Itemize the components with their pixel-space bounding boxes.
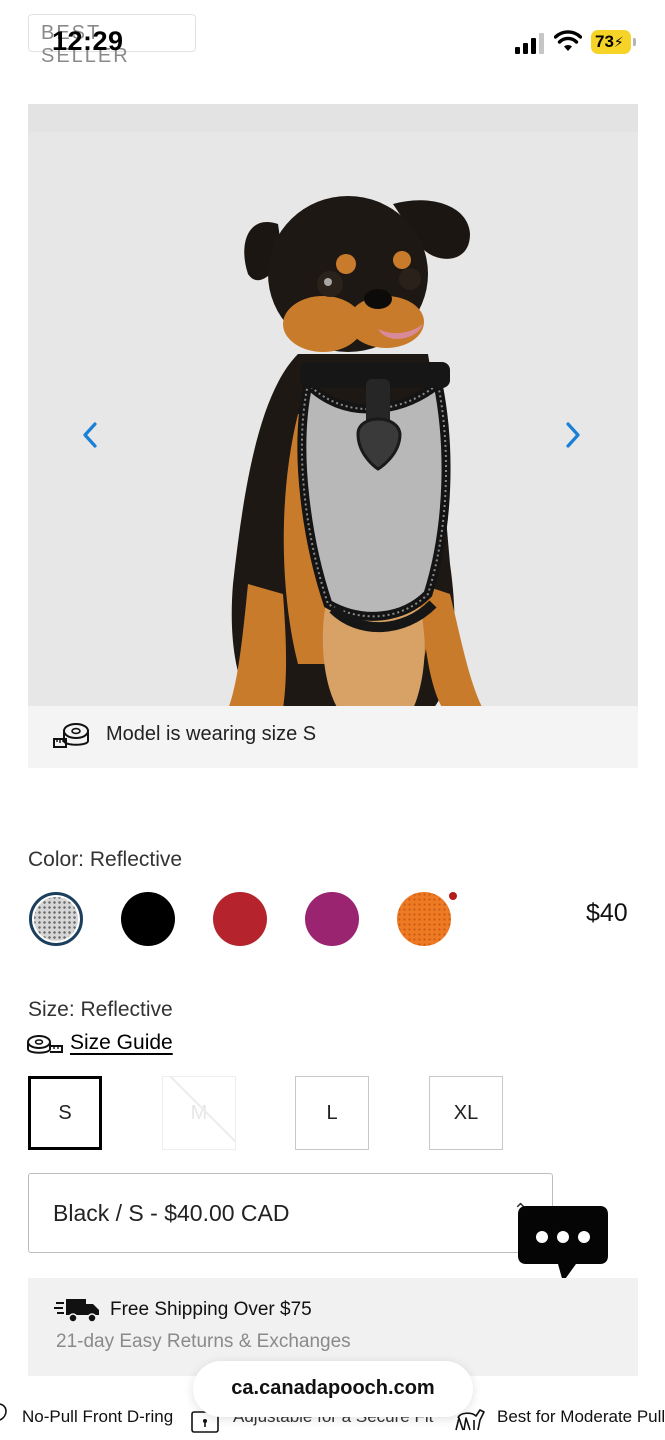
size-option-xl[interactable]: XL xyxy=(429,1076,503,1150)
variant-select[interactable]: Black / S - $40.00 CAD xyxy=(28,1173,553,1253)
product-gallery[interactable] xyxy=(28,104,638,709)
feature-label: Best for Moderate Pull xyxy=(497,1407,665,1426)
size-option-s[interactable]: S xyxy=(28,1076,102,1150)
model-size-note: Model is wearing size S xyxy=(28,706,638,768)
swatch-orange[interactable] xyxy=(397,892,451,946)
feature-label: No-Pull Front D-ring xyxy=(22,1407,174,1426)
truck-icon xyxy=(54,1299,99,1323)
model-size-text: Model is wearing size S xyxy=(106,723,317,745)
d-ring-icon xyxy=(0,1403,7,1421)
status-time: 12:29 xyxy=(52,26,124,56)
shipping-title: Free Shipping Over $75 xyxy=(110,1299,312,1320)
cellular-signal-icon xyxy=(515,32,545,54)
size-option-l[interactable]: L xyxy=(295,1076,369,1150)
size-guide-link[interactable]: Size Guide xyxy=(70,1031,173,1055)
swatch-purple[interactable] xyxy=(305,892,359,946)
product-price: $40 xyxy=(586,899,628,927)
charging-bolt-icon: ⚡ xyxy=(613,34,624,50)
product-image xyxy=(228,196,483,709)
swatch-black[interactable] xyxy=(121,892,175,946)
wifi-icon xyxy=(554,30,582,51)
size-label: Size: Reflective xyxy=(28,998,173,1021)
swatch-reflective[interactable] xyxy=(29,892,83,946)
gallery-top-band xyxy=(28,104,638,132)
chat-button[interactable] xyxy=(518,1206,608,1282)
measuring-tape-icon xyxy=(53,723,89,748)
new-color-indicator xyxy=(449,892,457,900)
browser-url-bar[interactable]: ca.canadapooch.com xyxy=(193,1361,473,1417)
battery-indicator: 73⚡ xyxy=(591,30,636,54)
gallery-prev-button[interactable] xyxy=(78,420,102,450)
size-option-m[interactable]: M xyxy=(162,1076,236,1150)
battery-level: 73 xyxy=(595,32,614,51)
returns-text: 21-day Easy Returns & Exchanges xyxy=(56,1331,351,1352)
swatch-red[interactable] xyxy=(213,892,267,946)
status-bar: BEST SELLER 12:29 73⚡ xyxy=(0,0,665,80)
gallery-next-button[interactable] xyxy=(561,420,585,450)
measuring-tape-icon xyxy=(27,1035,63,1054)
color-label: Color: Reflective xyxy=(28,848,183,871)
